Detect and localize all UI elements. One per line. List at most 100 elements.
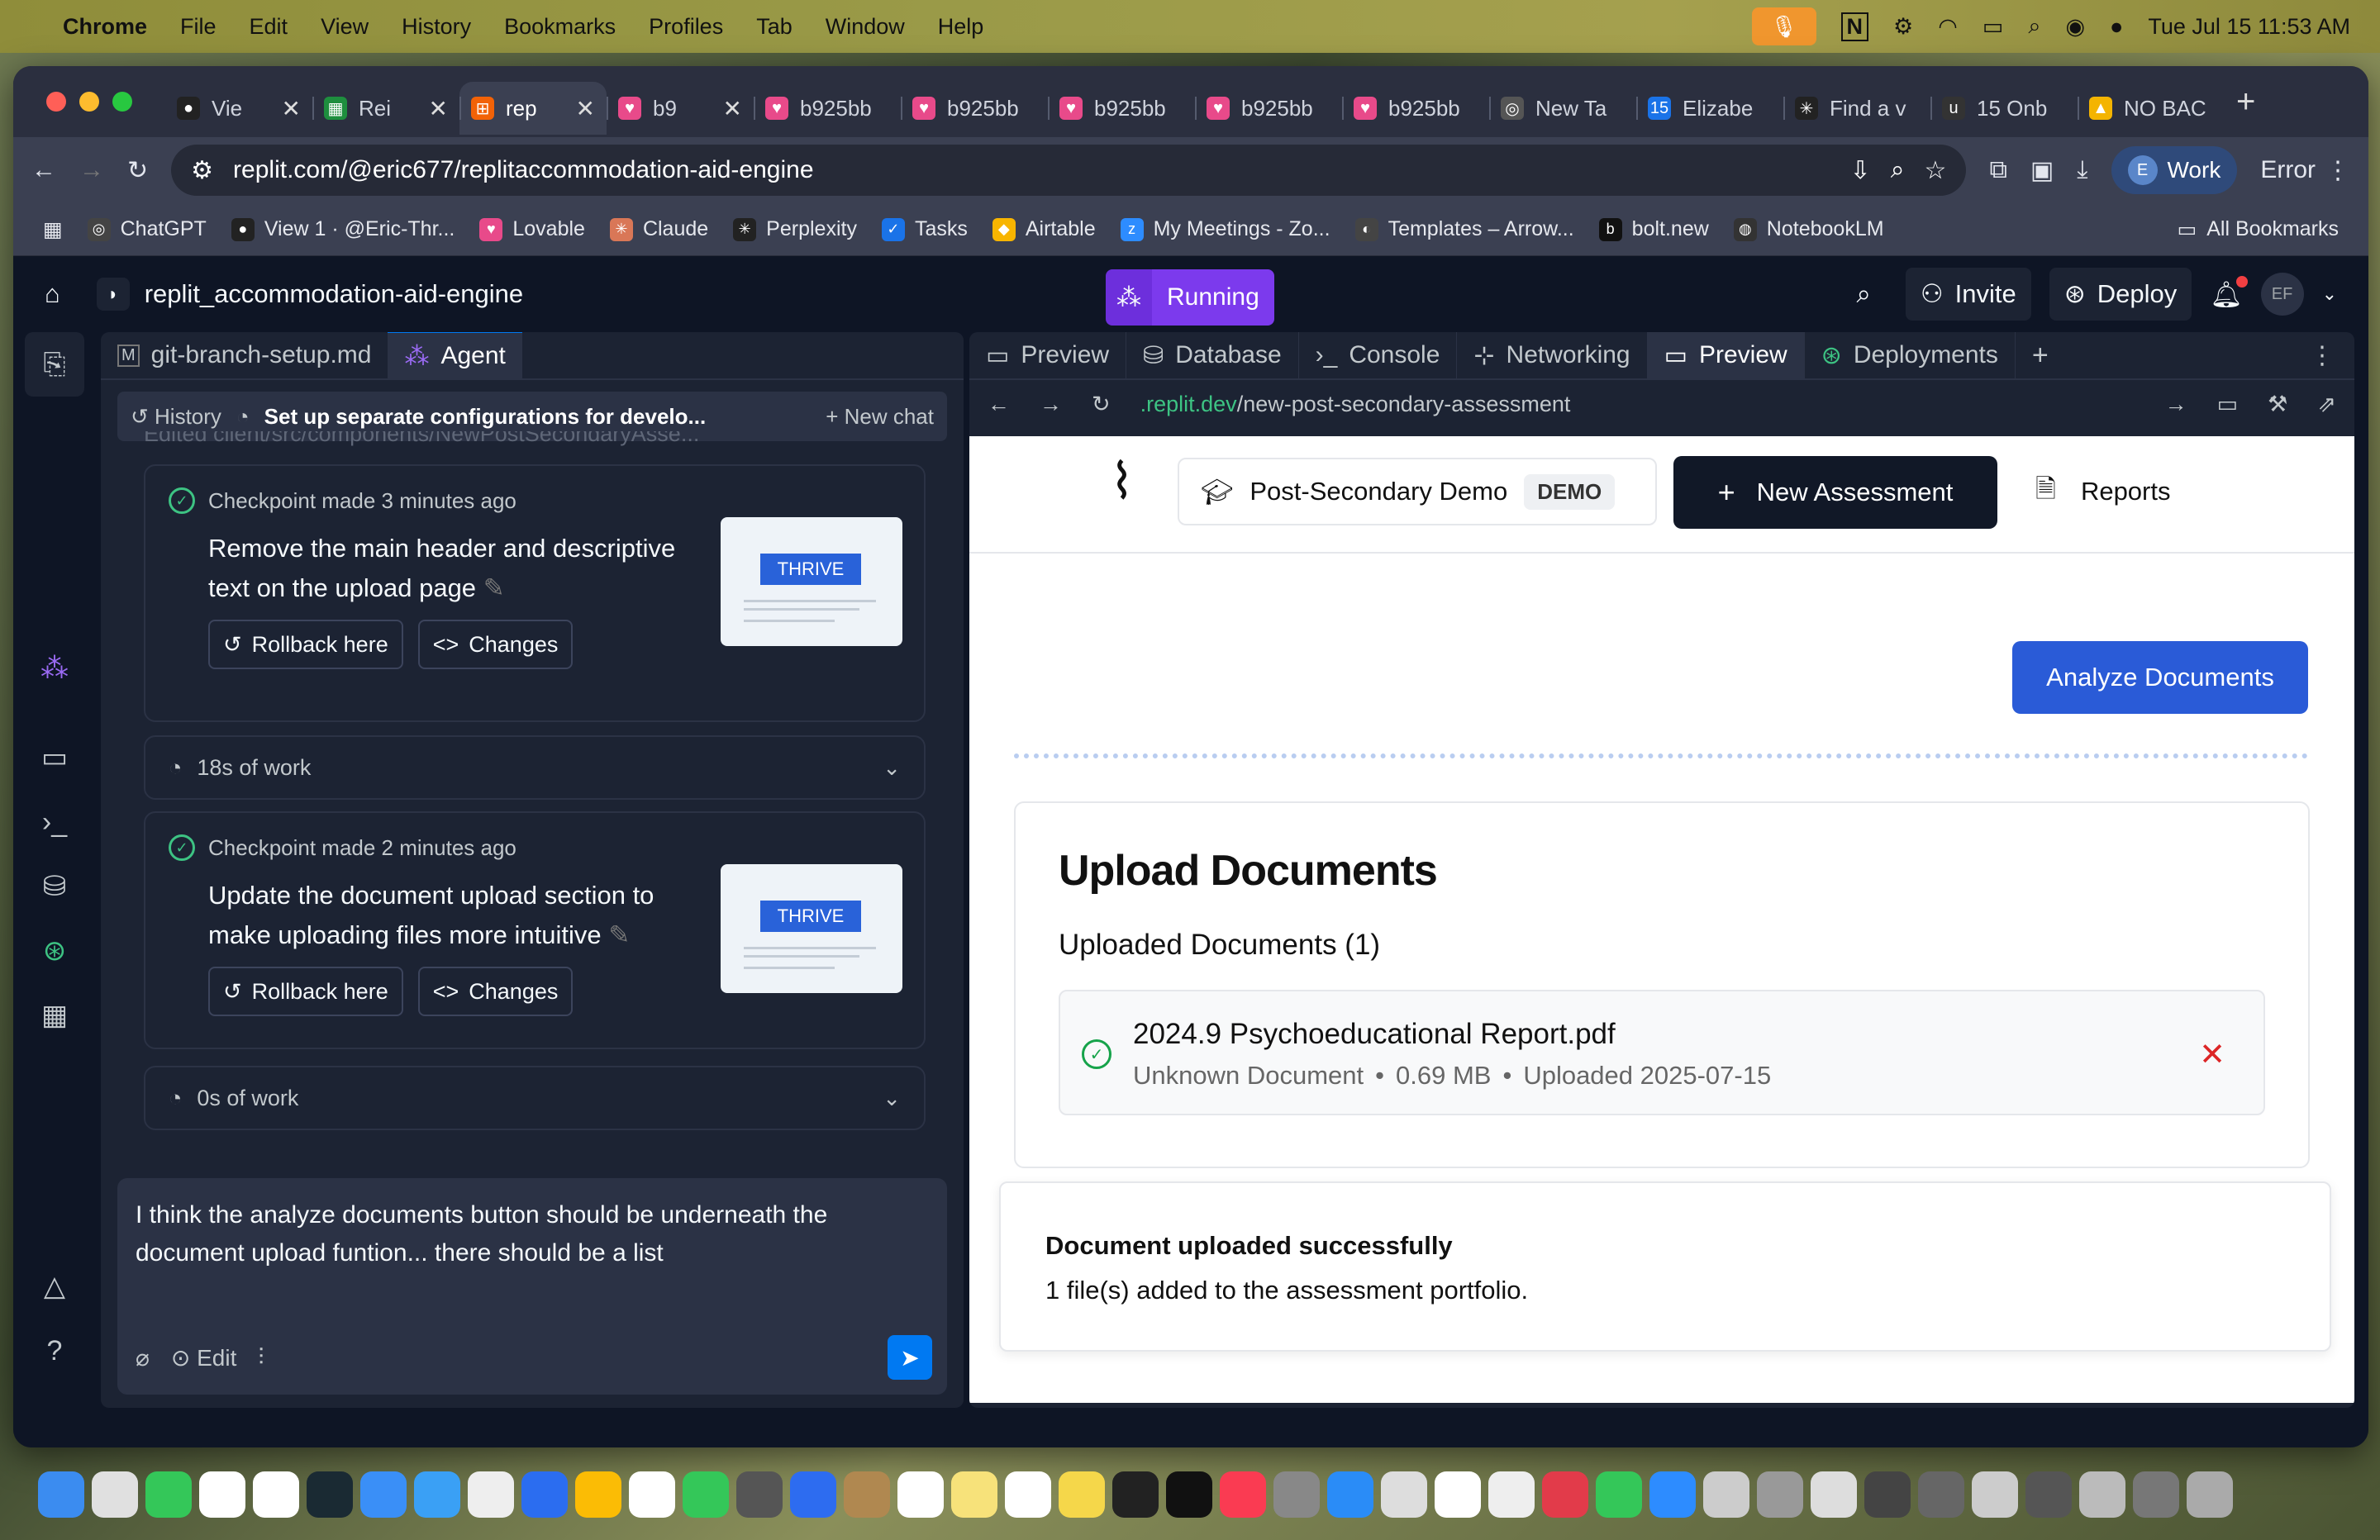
bookmark[interactable]: ◐ Templates – Arrow... (1354, 217, 1574, 241)
apps-grid-icon[interactable]: ▦ (43, 217, 63, 242)
reload-icon[interactable]: ↻ (127, 156, 148, 185)
app-store-icon[interactable] (1327, 1471, 1373, 1518)
go-arrow-icon[interactable]: → (2165, 392, 2187, 417)
control-center-icon[interactable]: ◉ (2065, 14, 2085, 40)
reload-icon[interactable]: ↻ (1092, 392, 1111, 417)
close-window-button[interactable] (46, 92, 66, 112)
search-icon[interactable]: ⌕ (1856, 279, 1870, 310)
app-icon[interactable] (736, 1471, 783, 1518)
more-menu-icon[interactable]: ⋮ (2325, 156, 2350, 185)
back-icon[interactable]: ← (31, 156, 56, 184)
paperclip-icon[interactable]: ⌀ (136, 1344, 150, 1371)
menu-edit[interactable]: Edit (250, 14, 288, 40)
home-icon[interactable]: ⌂ (45, 279, 60, 309)
bookmark[interactable]: ✳ Claude (609, 217, 708, 241)
facetime-icon[interactable] (683, 1471, 729, 1518)
safari-icon[interactable] (414, 1471, 460, 1518)
browser-tab[interactable]: ♥ b9 ✕ (607, 82, 754, 135)
calendar-icon[interactable] (253, 1471, 299, 1518)
window-thumbnail[interactable] (1811, 1471, 1857, 1518)
perplexity-icon[interactable] (307, 1471, 353, 1518)
apps-grid-icon[interactable]: ▦ (25, 983, 84, 1048)
address-url[interactable]: replit.com/@eric677/replitaccommodation-… (233, 156, 1830, 184)
demo-selector[interactable]: 🎓︎ Post-Secondary Demo DEMO (1178, 458, 1657, 525)
rollback-button[interactable]: ↺ Rollback here (208, 967, 403, 1016)
project-name[interactable]: ◗ replit_accommodation-aid-engine (96, 278, 523, 311)
new-assessment-button[interactable]: + New Assessment (1673, 456, 1997, 529)
bookmark[interactable]: ♥ Lovable (479, 217, 585, 241)
close-tab-icon[interactable]: ✕ (429, 95, 448, 122)
work-summary[interactable]: ◔ 18s of work ⌄ (144, 735, 926, 800)
checkpoint-thumbnail[interactable]: THRIVE (721, 864, 902, 993)
browser-tab[interactable]: ♥ b925bb (754, 82, 901, 135)
chevron-down-icon[interactable]: ⌄ (2322, 283, 2337, 305)
install-app-icon[interactable]: ⇩ (1850, 156, 1871, 185)
bookmark[interactable]: ✓ Tasks (881, 217, 968, 241)
bookmark[interactable]: ◆ Airtable (992, 217, 1096, 241)
browser-tab[interactable]: ♥ b925bb (1195, 82, 1342, 135)
history-button[interactable]: ↺ History (131, 404, 221, 430)
battery-icon[interactable]: ▭ (1983, 14, 2004, 40)
preview-url[interactable]: .replit.dev/new-post-secondary-assessmen… (1140, 392, 2135, 417)
pencil-icon[interactable]: ✎ (608, 920, 630, 949)
changes-button[interactable]: <> Changes (417, 620, 574, 669)
window-thumbnail[interactable] (1918, 1471, 1964, 1518)
menu-history[interactable]: History (402, 14, 471, 40)
alerts-icon[interactable]: △ (25, 1254, 84, 1319)
invite-button[interactable]: ⚇ Invite (1905, 268, 2031, 321)
site-settings-icon[interactable]: ⚙ (191, 156, 213, 185)
browser-tab-active[interactable]: ⊞ rep ✕ (459, 82, 607, 135)
chatgpt-icon[interactable] (1005, 1471, 1051, 1518)
bookmark[interactable]: ◎ ChatGPT (87, 217, 207, 241)
app-icon[interactable] (521, 1471, 568, 1518)
mail-icon[interactable] (360, 1471, 407, 1518)
preview-icon[interactable]: ▭ (25, 725, 84, 790)
agent-message-input[interactable]: I think the analyze documents button sho… (117, 1178, 947, 1395)
run-button[interactable]: ⁂ Running (1106, 269, 1274, 326)
message-text[interactable]: I think the analyze documents button sho… (136, 1196, 929, 1272)
close-tab-icon[interactable]: ✕ (282, 95, 301, 122)
browser-tab[interactable]: 15 Elizabe (1636, 82, 1783, 135)
tab-networking[interactable]: ⊹ Networking (1457, 332, 1648, 379)
settings-icon[interactable] (1273, 1471, 1320, 1518)
window-thumbnail[interactable] (2079, 1471, 2125, 1518)
window-thumbnail[interactable] (1972, 1471, 2018, 1518)
tab-database[interactable]: ⛁ Database (1126, 332, 1299, 379)
browser-tab[interactable]: ● Vie ✕ (165, 82, 312, 135)
window-thumbnail[interactable] (1864, 1471, 1911, 1518)
menu-file[interactable]: File (180, 14, 217, 40)
microphone-icon[interactable]: 🎙 (1751, 7, 1816, 45)
siri-icon[interactable]: ● (2110, 14, 2123, 40)
help-icon[interactable]: ? (25, 1319, 84, 1383)
avatar[interactable]: EF (2260, 273, 2304, 316)
launchpad-icon[interactable] (92, 1471, 138, 1518)
menu-help[interactable]: Help (938, 14, 984, 40)
app-icon[interactable] (844, 1471, 890, 1518)
file-tree-icon[interactable]: ⎘ (25, 332, 84, 397)
bookmark[interactable]: z My Meetings - Zo... (1120, 217, 1330, 241)
download-icon[interactable]: ⤓ (2077, 156, 2087, 184)
calendar-icon[interactable] (629, 1471, 675, 1518)
deployments-icon[interactable]: ⊛ (25, 919, 84, 983)
tab-preview[interactable]: ▭ Preview (969, 332, 1127, 379)
menu-window[interactable]: Window (826, 14, 905, 40)
chrome-icon[interactable] (575, 1471, 621, 1518)
window-thumbnail[interactable] (2133, 1471, 2179, 1518)
bookmark[interactable]: ● View 1 · @Eric-Thr... (231, 217, 455, 241)
send-button[interactable]: ➤ (888, 1335, 932, 1380)
agent-icon[interactable]: ⁂ (25, 636, 84, 701)
browser-tab[interactable]: ◎ New Ta (1489, 82, 1636, 135)
close-tab-icon[interactable]: ✕ (576, 95, 595, 122)
settings-sliders-icon[interactable]: ⫶ (258, 1344, 264, 1371)
bookmark[interactable]: b bolt.new (1598, 217, 1709, 241)
analyze-documents-button[interactable]: Analyze Documents (2012, 641, 2308, 714)
window-thumbnail[interactable] (1757, 1471, 1803, 1518)
changes-button[interactable]: <> Changes (417, 967, 574, 1016)
zoom-icon[interactable] (1649, 1471, 1696, 1518)
browser-tab[interactable]: ▦ Rei ✕ (312, 82, 459, 135)
star-icon[interactable]: ☆ (1925, 156, 1947, 185)
slack-icon[interactable] (1435, 1471, 1481, 1518)
notion-icon[interactable] (199, 1471, 245, 1518)
work-summary[interactable]: ◔ 0s of work ⌄ (144, 1066, 926, 1130)
browser-tab[interactable]: ♥ b925bb (901, 82, 1048, 135)
